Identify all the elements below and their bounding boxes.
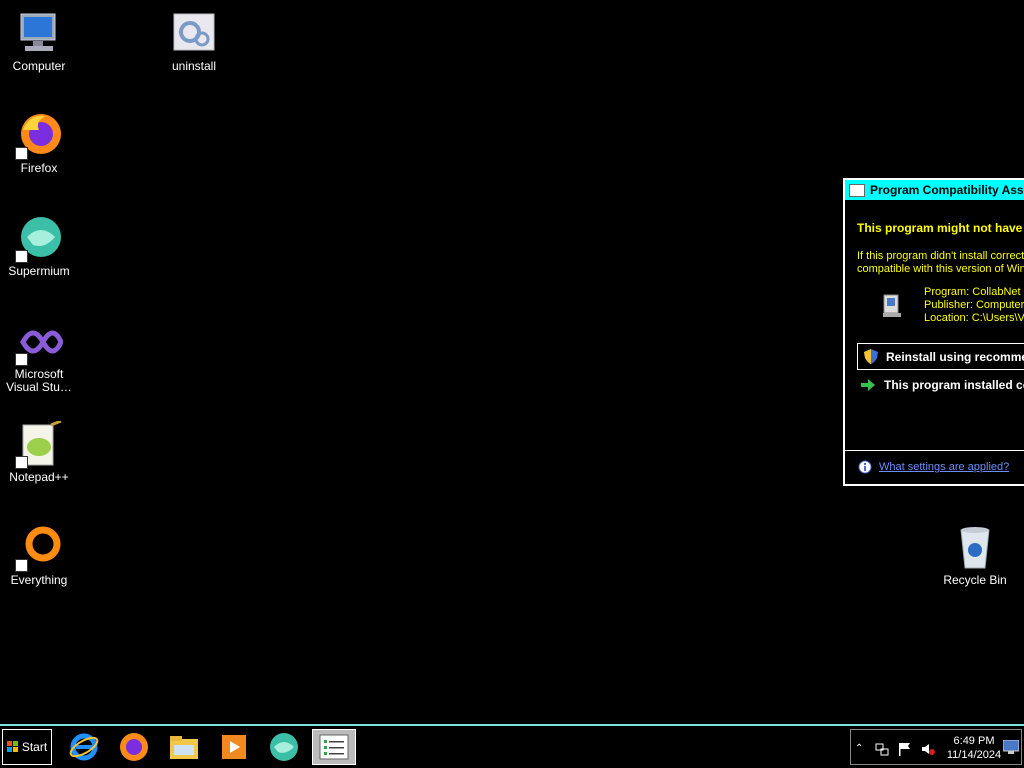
installed-label: This program installed correctly (884, 378, 1024, 392)
installed-correctly-button[interactable]: This program installed correctly (861, 378, 1024, 392)
firefox-icon (120, 733, 148, 761)
desktop-icon-firefox[interactable]: Firefox (0, 112, 78, 175)
program-compatibility-icon (319, 734, 349, 760)
clock-time: 6:49 PM (953, 735, 995, 747)
program-location: Location: C:\Users\Vagrant (924, 312, 1024, 324)
taskbar-file-explorer[interactable] (162, 729, 206, 765)
desktop-icon-label: Recycle Bin (943, 573, 1007, 587)
program-info: Program: CollabNet CVSNT Publisher: Comp… (924, 286, 1024, 325)
uninstall-icon (170, 10, 218, 58)
desktop-icon-recycle-bin[interactable]: Recycle Bin (936, 524, 1014, 587)
dialog-description: If this program didn't install correctly… (857, 250, 1024, 276)
desktop-icon-label: uninstall (171, 59, 217, 73)
desktop-icon-label: Supermium (8, 264, 70, 278)
desktop-icon-label: Firefox (20, 161, 58, 175)
shortcut-arrow-icon (15, 456, 28, 469)
program-icon (881, 293, 903, 319)
dialog-heading: This program might not have installed co… (857, 221, 1024, 235)
supermium-icon (270, 733, 298, 761)
shortcut-arrow-icon (15, 559, 28, 572)
desktop-icon-notepadpp[interactable]: Notepad++ (0, 419, 78, 484)
reinstall-recommended-button[interactable]: Reinstall using recommended settings (857, 343, 1024, 370)
show-desktop-icon[interactable] (1002, 739, 1020, 754)
desktop-icon-everything[interactable]: Everything (0, 524, 78, 587)
program-compatibility-dialog: Program Compatibility Assistant This pro… (843, 178, 1024, 486)
firefox-icon (15, 112, 63, 160)
desktop-icon-label: Computer (12, 59, 66, 73)
dialog-titlebar[interactable]: Program Compatibility Assistant (845, 180, 1024, 200)
taskbar-supermium[interactable] (262, 729, 306, 765)
program-publisher: Publisher: Computer (924, 299, 1024, 311)
start-button[interactable]: Start (2, 729, 52, 765)
computer-icon (15, 10, 63, 58)
notepadpp-icon (15, 419, 63, 469)
show-hidden-icons-icon[interactable]: ⌃ (855, 742, 869, 756)
desktop-icon-label: Everything (10, 573, 68, 587)
shortcut-arrow-icon (15, 147, 28, 160)
settings-applied-link[interactable]: What settings are applied? (879, 461, 1009, 473)
desktop-icon-supermium[interactable]: Supermium (0, 215, 78, 278)
system-tray: ⌃ 6:49 PM 11/14/2024 (850, 729, 1022, 765)
file-explorer-icon (170, 736, 198, 759)
green-arrow-icon (861, 378, 875, 392)
desktop-icon-computer[interactable]: Computer (0, 10, 78, 73)
everything-icon (15, 524, 63, 572)
network-icon[interactable] (875, 742, 889, 756)
desktop-icon-label: Microsoft Visual Stu… (6, 367, 72, 394)
taskbar: Start ⌃ 6:49 PM 11/14/2024 (0, 724, 1024, 768)
shield-icon (864, 349, 878, 364)
settings-info: What settings are applied? (858, 460, 1009, 474)
desktop-icon-visual-studio[interactable]: Microsoft Visual Stu… (0, 318, 78, 394)
desktop-icon-uninstall[interactable]: uninstall (155, 10, 233, 73)
taskbar-media-player[interactable] (212, 729, 256, 765)
shortcut-arrow-icon (15, 353, 28, 366)
visual-studio-icon (15, 318, 64, 366)
desktop-icon-label: Notepad++ (9, 470, 69, 484)
clock[interactable]: 6:49 PM 11/14/2024 (941, 734, 1007, 762)
description-line: compatible with this version of Windows. (857, 263, 1024, 275)
program-name: Program: CollabNet CVSNT (924, 286, 1024, 298)
dialog-title: Program Compatibility Assistant (870, 183, 1024, 197)
action-center-flag-icon[interactable] (897, 742, 911, 756)
reinstall-label: Reinstall using recommended settings (886, 349, 1024, 364)
dialog-separator (845, 450, 1024, 451)
shortcut-arrow-icon (15, 250, 28, 263)
internet-explorer-icon (69, 733, 99, 761)
recycle-bin-icon (951, 524, 999, 572)
taskbar-internet-explorer[interactable] (62, 729, 106, 765)
media-player-icon (222, 735, 246, 759)
taskbar-program-compatibility[interactable] (312, 729, 356, 765)
dialog-app-icon (849, 183, 865, 197)
windows-logo-icon (6, 741, 19, 753)
description-line: If this program didn't install correctly… (857, 250, 1024, 262)
info-icon (858, 460, 872, 474)
start-label: Start (21, 740, 48, 754)
volume-muted-icon[interactable] (921, 742, 935, 756)
supermium-icon (15, 215, 63, 263)
clock-date: 11/14/2024 (946, 749, 1002, 761)
taskbar-firefox[interactable] (112, 729, 156, 765)
